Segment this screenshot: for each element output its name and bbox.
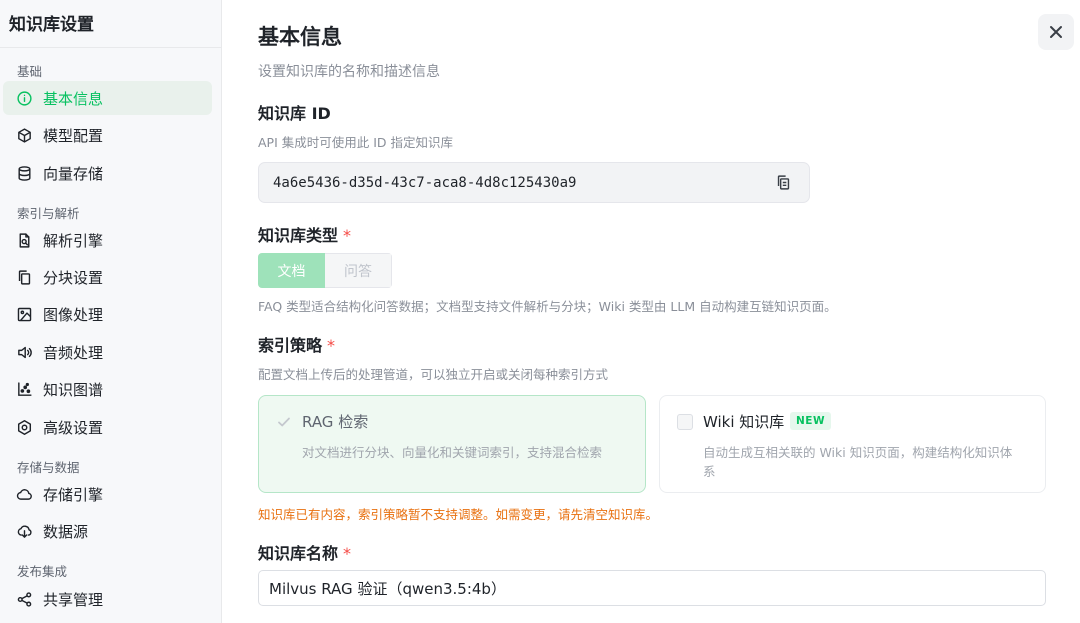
sidebar-item-image-processing[interactable]: 图像处理 [3,297,212,331]
database-icon [16,165,33,182]
sidebar-item-label: 分块设置 [43,268,104,287]
kb-type-label-text: 知识库类型 [258,226,339,245]
sidebar-item-knowledge-graph[interactable]: 知识图谱 [3,372,212,406]
index-strategy-help: 配置文档上传后的处理管道，可以独立开启或关闭每种索引方式 [258,367,609,382]
sidebar-title: 知识库设置 [9,15,94,35]
sidebar-group-basic: 基础 [17,64,43,79]
share-icon [16,591,33,608]
gear-hexagon-icon [16,419,33,436]
kb-id-label: 知识库 ID [258,104,331,123]
sidebar-divider [0,47,222,48]
kb-type-option-document[interactable]: 文档 [258,253,325,288]
kb-id-value: 4a6e5436-d35d-43c7-aca8-4d8c125430a9 [273,174,577,191]
sidebar-item-label: 存储引擎 [43,485,104,504]
sidebar-item-vector-storage[interactable]: 向量存储 [3,156,212,190]
sidebar-item-parser-engine[interactable]: 解析引擎 [3,223,212,257]
cube-icon [16,127,33,144]
index-strategy-label-text: 索引策略 [258,336,323,355]
required-mark: * [343,544,352,563]
info-circle-icon [16,90,33,107]
file-search-icon [16,232,33,249]
sidebar-item-label: 向量存储 [43,164,104,183]
sidebar-item-label: 音频处理 [43,343,104,362]
sidebar-item-data-source[interactable]: 数据源 [3,514,212,548]
sidebar-item-basic-info[interactable]: 基本信息 [3,81,212,115]
sidebar-item-label: 模型配置 [43,126,104,145]
rag-strategy-card[interactable]: RAG 检索 对文档进行分块、向量化和关键词索引，支持混合检索 [258,395,646,493]
sidebar-item-advanced-settings[interactable]: 高级设置 [3,410,212,444]
sidebar-group-publish: 发布集成 [17,564,68,579]
sidebar-item-storage-engine[interactable]: 存储引擎 [3,477,212,511]
required-mark: * [327,336,336,355]
sidebar-group-storage: 存储与数据 [17,460,80,475]
wiki-card-title: Wiki 知识库 [703,413,785,431]
image-icon [16,306,33,323]
rag-card-title: RAG 检索 [302,413,369,431]
page-subtitle: 设置知识库的名称和描述信息 [258,64,440,80]
required-mark: * [343,226,352,245]
sidebar-group-index: 索引与解析 [17,206,80,221]
cloud-download-icon [16,523,33,540]
close-button[interactable] [1038,14,1074,50]
settings-sidebar: 知识库设置 基础 基本信息 模型配置 向量存储 索引与解析 解析引擎 分块设置 [0,0,222,623]
sidebar-item-share-management[interactable]: 共享管理 [3,582,212,616]
sidebar-item-label: 高级设置 [43,418,104,437]
kb-type-label: 知识库类型 * [258,222,351,246]
close-icon [1050,26,1062,38]
new-badge: NEW [790,412,832,430]
copy-icon[interactable] [775,174,792,191]
kb-type-help: FAQ 类型适合结构化问答数据；文档型支持文件解析与分块；Wiki 类型由 LL… [258,299,837,314]
sidebar-item-chunk-settings[interactable]: 分块设置 [3,260,212,294]
graph-icon [16,381,33,398]
sidebar-item-label: 知识图谱 [43,380,104,399]
sidebar-item-audio-processing[interactable]: 音频处理 [3,335,212,369]
sidebar-item-label: 解析引擎 [43,231,104,250]
sidebar-item-label: 数据源 [43,522,89,541]
wiki-checkbox[interactable] [677,414,693,430]
volume-icon [16,344,33,361]
sidebar-item-label: 基本信息 [43,89,104,108]
index-strategy-label: 索引策略 * [258,332,335,356]
wiki-desc-line-1: 自动生成互相关联的 Wiki 知识页面，构建结构化知识体 [703,445,1013,460]
kb-type-option-qa[interactable]: 问答 [325,253,392,288]
wiki-card-description: 自动生成互相关联的 Wiki 知识页面，构建结构化知识体 系 [703,443,1012,481]
kb-id-field: 4a6e5436-d35d-43c7-aca8-4d8c125430a9 [258,162,810,203]
sidebar-item-model-config[interactable]: 模型配置 [3,118,212,152]
wiki-desc-line-2: 系 [703,464,716,479]
kb-type-segmented-control: 文档 问答 [258,253,392,288]
kb-name-input[interactable]: Milvus RAG 验证（qwen3.5:4b） [258,570,1046,606]
checkmark-icon[interactable] [276,414,292,430]
sidebar-item-label: 共享管理 [43,590,104,609]
rag-card-description: 对文档进行分块、向量化和关键词索引，支持混合检索 [302,445,603,460]
index-strategy-warning: 知识库已有内容，索引策略暂不支持调整。如需变更，请先清空知识库。 [258,507,659,522]
cloud-icon [16,486,33,503]
wiki-strategy-card[interactable]: Wiki 知识库 NEW 自动生成互相关联的 Wiki 知识页面，构建结构化知识… [659,395,1046,493]
kb-name-label: 知识库名称 * [258,540,351,564]
copy-pages-icon [16,269,33,286]
settings-main: 基本信息 设置知识库的名称和描述信息 知识库 ID API 集成时可使用此 ID… [223,0,1080,623]
kb-id-help: API 集成时可使用此 ID 指定知识库 [258,135,454,150]
sidebar-item-label: 图像处理 [43,305,104,324]
page-title: 基本信息 [258,25,342,49]
kb-name-label-text: 知识库名称 [258,544,339,563]
